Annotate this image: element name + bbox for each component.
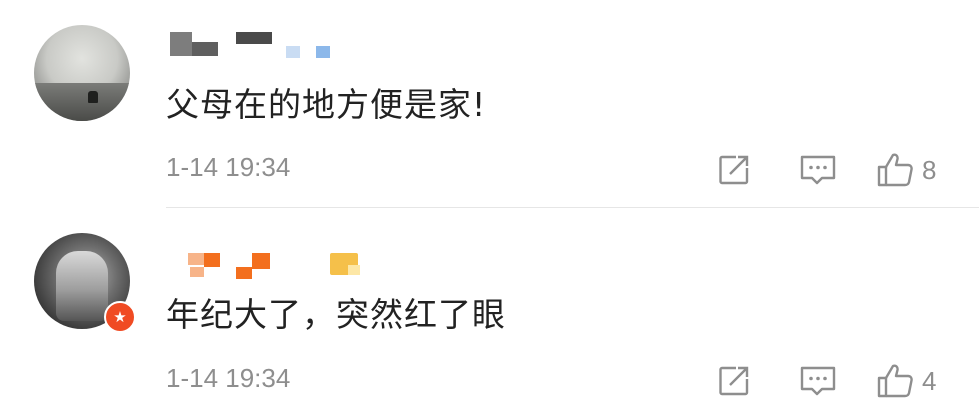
share-icon	[719, 366, 749, 396]
comment-text: 年纪大了，突然红了眼	[166, 295, 506, 334]
share-icon	[719, 155, 749, 185]
avatar-landscape	[34, 83, 130, 121]
comment-text: 父母在的地方便是家!	[166, 85, 487, 124]
like-button[interactable]: 8	[876, 150, 936, 190]
thumbs-up-icon	[877, 364, 913, 398]
avatar[interactable]	[34, 25, 130, 121]
comment-icon	[800, 155, 836, 185]
avatar-rider-figure	[88, 91, 98, 103]
share-button[interactable]	[716, 361, 752, 401]
comment-timestamp: 1-14 19:34	[166, 363, 291, 393]
share-button[interactable]	[716, 150, 752, 190]
avatar-torso-figure	[56, 251, 108, 321]
comment-timestamp: 1-14 19:34	[166, 152, 291, 182]
like-button[interactable]: 4	[876, 361, 936, 401]
star-badge-icon: ★	[104, 301, 136, 333]
comment-item: ★ 年纪大了，突然红了眼 1-14 19:34 4	[0, 203, 979, 406]
like-count: 4	[922, 365, 937, 396]
comment-item: 父母在的地方便是家! 1-14 19:34 8	[0, 0, 979, 203]
thumbs-up-icon	[877, 153, 913, 187]
reply-button[interactable]	[798, 150, 838, 190]
comment-actions: 8	[716, 150, 956, 190]
comment-icon	[800, 366, 836, 396]
reply-button[interactable]	[798, 361, 838, 401]
like-count: 8	[922, 154, 937, 185]
comment-actions: 4	[716, 361, 956, 401]
